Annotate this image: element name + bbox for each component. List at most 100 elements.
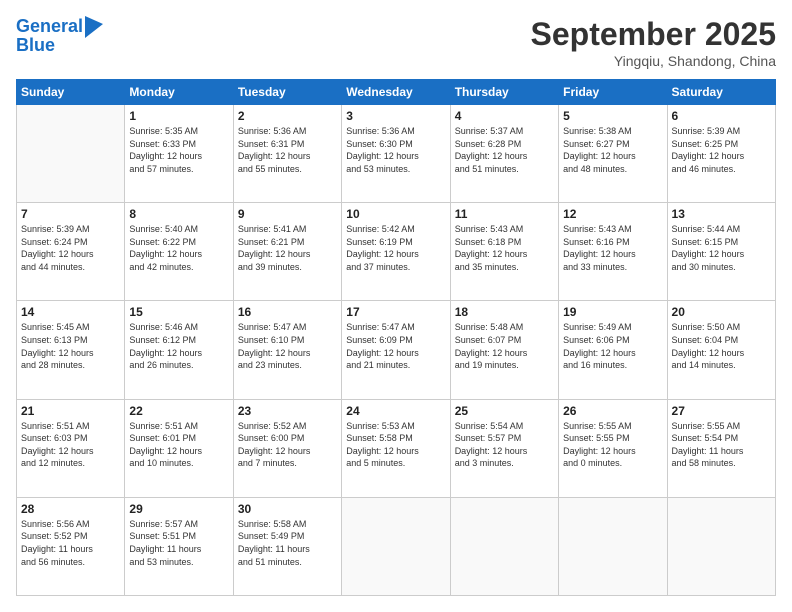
day-number: 1: [129, 109, 228, 123]
day-number: 30: [238, 502, 337, 516]
header-monday: Monday: [125, 80, 233, 105]
calendar-cell: 16Sunrise: 5:47 AMSunset: 6:10 PMDayligh…: [233, 301, 341, 399]
day-info: Sunrise: 5:57 AMSunset: 5:51 PMDaylight:…: [129, 518, 228, 568]
calendar-cell: 2 Sunrise: 5:36 AMSunset: 6:31 PMDaylight…: [233, 105, 341, 203]
day-info: Sunrise: 5:48 AMSunset: 6:07 PMDaylight:…: [455, 321, 554, 371]
calendar-cell: 22 Sunrise: 5:51 AMSunset: 6:01 PMDayligh…: [125, 399, 233, 497]
day-info: Sunrise: 5:36 AMSunset: 6:30 PMDaylight:…: [346, 125, 445, 175]
day-info: Sunrise: 5:55 AMSunset: 5:54 PMDaylight:…: [672, 420, 771, 470]
month-title: September 2025: [531, 16, 776, 53]
day-number: 22: [129, 404, 228, 418]
day-number: 29: [129, 502, 228, 516]
calendar-cell: 21 Sunrise: 5:51 AMSunset: 6:03 PMDayligh…: [17, 399, 125, 497]
day-number: 27: [672, 404, 771, 418]
day-info: Sunrise: 5:46 AMSunset: 6:12 PMDaylight:…: [129, 321, 228, 371]
header-thursday: Thursday: [450, 80, 558, 105]
calendar-week-4: 28 Sunrise: 5:56 AMSunset: 5:52 PMDayligh…: [17, 497, 776, 595]
calendar-cell: 25 Sunrise: 5:54 AMSunset: 5:57 PMDayligh…: [450, 399, 558, 497]
calendar-cell: 15 Sunrise: 5:46 AMSunset: 6:12 PMDayligh…: [125, 301, 233, 399]
day-info: Sunrise: 5:52 AMSunset: 6:00 PMDaylight:…: [238, 420, 337, 470]
day-number: 16: [238, 305, 337, 319]
day-number: 26: [563, 404, 662, 418]
calendar-cell: 27 Sunrise: 5:55 AMSunset: 5:54 PMDayligh…: [667, 399, 775, 497]
day-info: Sunrise: 5:58 AMSunset: 5:49 PMDaylight:…: [238, 518, 337, 568]
day-info: Sunrise: 5:35 AMSunset: 6:33 PMDaylight:…: [129, 125, 228, 175]
calendar-cell: 17 Sunrise: 5:47 AMSunset: 6:09 PMDayligh…: [342, 301, 450, 399]
day-number: 5: [563, 109, 662, 123]
calendar-cell: 5 Sunrise: 5:38 AMSunset: 6:27 PMDaylight…: [559, 105, 667, 203]
logo-text: General: [16, 17, 83, 37]
day-info: Sunrise: 5:55 AMSunset: 5:55 PMDaylight:…: [563, 420, 662, 470]
day-info: Sunrise: 5:56 AMSunset: 5:52 PMDaylight:…: [21, 518, 120, 568]
day-number: 11: [455, 207, 554, 221]
day-number: 23: [238, 404, 337, 418]
day-info: Sunrise: 5:51 AMSunset: 6:03 PMDaylight:…: [21, 420, 120, 470]
title-block: September 2025 Yingqiu, Shandong, China: [531, 16, 776, 69]
calendar-week-0: 1 Sunrise: 5:35 AMSunset: 6:33 PMDaylight…: [17, 105, 776, 203]
calendar-header-row: Sunday Monday Tuesday Wednesday Thursday…: [17, 80, 776, 105]
calendar-week-2: 14Sunrise: 5:45 AMSunset: 6:13 PMDayligh…: [17, 301, 776, 399]
day-info: Sunrise: 5:39 AMSunset: 6:25 PMDaylight:…: [672, 125, 771, 175]
logo-line1: General: [16, 16, 83, 36]
calendar-cell: 7 Sunrise: 5:39 AMSunset: 6:24 PMDaylight…: [17, 203, 125, 301]
day-number: 15: [129, 305, 228, 319]
header-saturday: Saturday: [667, 80, 775, 105]
day-info: Sunrise: 5:42 AMSunset: 6:19 PMDaylight:…: [346, 223, 445, 273]
day-number: 7: [21, 207, 120, 221]
day-number: 12: [563, 207, 662, 221]
calendar-cell: 26 Sunrise: 5:55 AMSunset: 5:55 PMDayligh…: [559, 399, 667, 497]
day-number: 25: [455, 404, 554, 418]
day-info: Sunrise: 5:36 AMSunset: 6:31 PMDaylight:…: [238, 125, 337, 175]
day-number: 14: [21, 305, 120, 319]
calendar-cell: 30 Sunrise: 5:58 AMSunset: 5:49 PMDayligh…: [233, 497, 341, 595]
logo: General Blue: [16, 16, 103, 56]
day-number: 13: [672, 207, 771, 221]
calendar-cell: 29 Sunrise: 5:57 AMSunset: 5:51 PMDayligh…: [125, 497, 233, 595]
calendar-cell: [667, 497, 775, 595]
calendar-cell: 24Sunrise: 5:53 AMSunset: 5:58 PMDayligh…: [342, 399, 450, 497]
calendar-cell: 8Sunrise: 5:40 AMSunset: 6:22 PMDaylight…: [125, 203, 233, 301]
day-info: Sunrise: 5:39 AMSunset: 6:24 PMDaylight:…: [21, 223, 120, 273]
day-info: Sunrise: 5:40 AMSunset: 6:22 PMDaylight:…: [129, 223, 228, 273]
day-info: Sunrise: 5:43 AMSunset: 6:18 PMDaylight:…: [455, 223, 554, 273]
calendar-cell: 13 Sunrise: 5:44 AMSunset: 6:15 PMDayligh…: [667, 203, 775, 301]
day-info: Sunrise: 5:51 AMSunset: 6:01 PMDaylight:…: [129, 420, 228, 470]
calendar-cell: 18Sunrise: 5:48 AMSunset: 6:07 PMDayligh…: [450, 301, 558, 399]
day-info: Sunrise: 5:49 AMSunset: 6:06 PMDaylight:…: [563, 321, 662, 371]
day-number: 3: [346, 109, 445, 123]
calendar-cell: [17, 105, 125, 203]
day-number: 2: [238, 109, 337, 123]
calendar-cell: 4Sunrise: 5:37 AMSunset: 6:28 PMDaylight…: [450, 105, 558, 203]
calendar-cell: 1 Sunrise: 5:35 AMSunset: 6:33 PMDaylight…: [125, 105, 233, 203]
day-number: 9: [238, 207, 337, 221]
calendar-cell: 23 Sunrise: 5:52 AMSunset: 6:00 PMDayligh…: [233, 399, 341, 497]
calendar-cell: [450, 497, 558, 595]
header-friday: Friday: [559, 80, 667, 105]
day-info: Sunrise: 5:47 AMSunset: 6:09 PMDaylight:…: [346, 321, 445, 371]
calendar-cell: 10 Sunrise: 5:42 AMSunset: 6:19 PMDayligh…: [342, 203, 450, 301]
calendar-cell: 28 Sunrise: 5:56 AMSunset: 5:52 PMDayligh…: [17, 497, 125, 595]
day-number: 6: [672, 109, 771, 123]
day-number: 10: [346, 207, 445, 221]
day-number: 4: [455, 109, 554, 123]
day-number: 21: [21, 404, 120, 418]
header-tuesday: Tuesday: [233, 80, 341, 105]
day-info: Sunrise: 5:43 AMSunset: 6:16 PMDaylight:…: [563, 223, 662, 273]
day-info: Sunrise: 5:44 AMSunset: 6:15 PMDaylight:…: [672, 223, 771, 273]
page: General Blue September 2025 Yingqiu, Sha…: [0, 0, 792, 612]
calendar-table: Sunday Monday Tuesday Wednesday Thursday…: [16, 79, 776, 596]
calendar-cell: [559, 497, 667, 595]
day-info: Sunrise: 5:41 AMSunset: 6:21 PMDaylight:…: [238, 223, 337, 273]
calendar-cell: 20Sunrise: 5:50 AMSunset: 6:04 PMDayligh…: [667, 301, 775, 399]
day-number: 28: [21, 502, 120, 516]
calendar-cell: 19 Sunrise: 5:49 AMSunset: 6:06 PMDayligh…: [559, 301, 667, 399]
calendar-cell: 9 Sunrise: 5:41 AMSunset: 6:21 PMDaylight…: [233, 203, 341, 301]
location: Yingqiu, Shandong, China: [531, 53, 776, 69]
day-number: 19: [563, 305, 662, 319]
calendar-cell: [342, 497, 450, 595]
day-number: 17: [346, 305, 445, 319]
calendar-cell: 12 Sunrise: 5:43 AMSunset: 6:16 PMDayligh…: [559, 203, 667, 301]
day-info: Sunrise: 5:38 AMSunset: 6:27 PMDaylight:…: [563, 125, 662, 175]
logo-line2: Blue: [16, 36, 103, 56]
day-info: Sunrise: 5:54 AMSunset: 5:57 PMDaylight:…: [455, 420, 554, 470]
